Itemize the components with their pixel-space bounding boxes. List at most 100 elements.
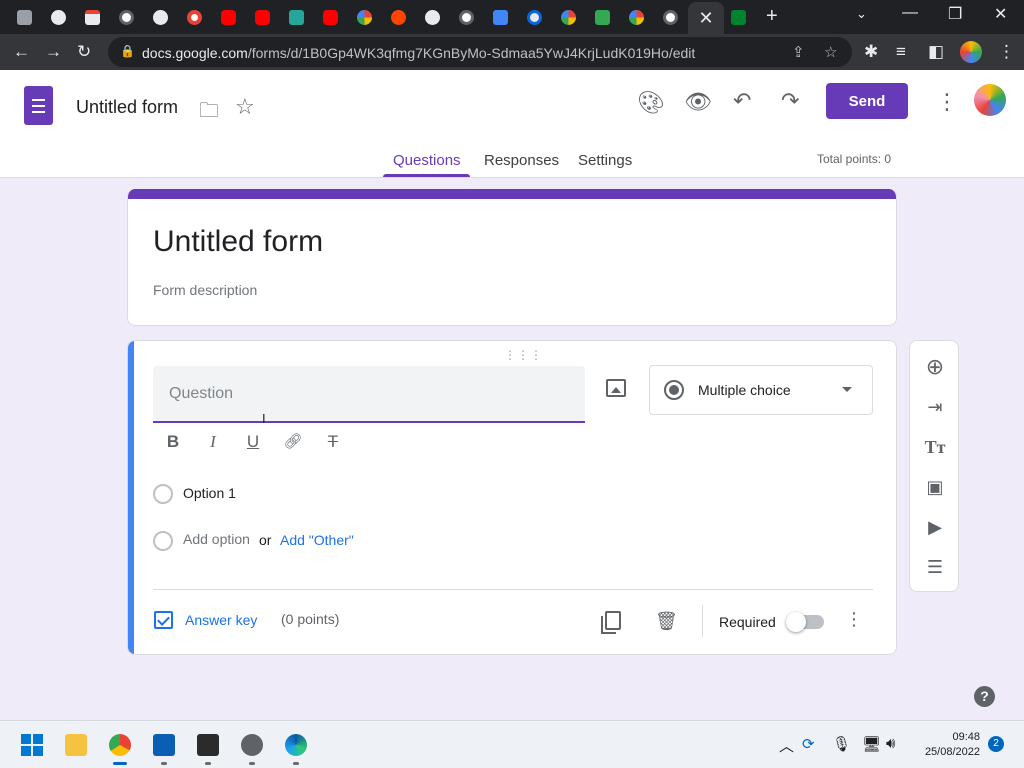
new-tab-icon[interactable]: + xyxy=(766,5,778,28)
answer-key-icon[interactable] xyxy=(154,611,173,629)
bold-button[interactable]: B xyxy=(162,432,184,452)
store-running-indicator xyxy=(161,762,167,765)
clock[interactable]: 09:48 25/08/2022 xyxy=(912,730,980,760)
tab-responses[interactable]: Responses xyxy=(484,152,559,169)
doc-title[interactable]: Untitled form xyxy=(76,97,178,118)
chrome-taskbar-icon[interactable] xyxy=(109,734,131,756)
more-options-icon[interactable]: ⋮ xyxy=(936,89,958,115)
file-explorer-icon[interactable] xyxy=(65,734,87,756)
show-hidden-icons-icon[interactable]: ︿ xyxy=(779,735,794,756)
link-icon[interactable]: 🔗︎ xyxy=(282,432,304,450)
add-video-icon[interactable]: ▶ xyxy=(923,515,947,539)
extensions-icon[interactable]: ✱ xyxy=(864,42,878,62)
tab-questions[interactable]: Questions xyxy=(393,152,461,169)
chrome-menu-icon[interactable]: ⋮ xyxy=(998,42,1015,62)
url-text: docs.google.com/forms/d/1B0Gp4WK3qfmg7KG… xyxy=(142,45,696,61)
tab-favicon-youtube[interactable] xyxy=(215,6,241,28)
help-icon[interactable]: ? xyxy=(974,686,995,707)
tab-favicon-google[interactable] xyxy=(623,6,649,28)
tab-favicon-chrome[interactable] xyxy=(657,6,683,28)
form-description-input[interactable]: Form description xyxy=(153,282,257,298)
add-image-icon[interactable] xyxy=(606,379,626,397)
tab-favicon-youtube[interactable] xyxy=(317,6,343,28)
answer-key-button[interactable]: Answer key xyxy=(185,612,257,628)
microphone-icon[interactable]: 🎙︎ xyxy=(832,735,851,753)
add-other-link[interactable]: Add "Other" xyxy=(280,532,354,548)
minimize-icon[interactable]: — xyxy=(902,4,918,22)
tab-favicon-globe[interactable] xyxy=(147,6,173,28)
back-icon[interactable]: ← xyxy=(13,42,30,62)
tab-favicon-globe[interactable] xyxy=(45,6,71,28)
edge-icon[interactable] xyxy=(285,734,307,756)
restore-icon[interactable]: ❐ xyxy=(948,4,962,24)
tab-favicon-google[interactable] xyxy=(555,6,581,28)
tab-favicon-app[interactable] xyxy=(283,6,309,28)
media-icon[interactable]: ≡ xyxy=(896,42,906,62)
question-more-options-icon[interactable]: ⋮ xyxy=(845,609,863,630)
import-questions-icon[interactable]: ⇥ xyxy=(923,395,947,419)
required-label: Required xyxy=(719,614,776,630)
tab-favicon-youtube[interactable] xyxy=(249,6,275,28)
option-1-input[interactable]: Option 1 xyxy=(183,485,236,501)
notification-badge[interactable]: 2 xyxy=(988,736,1004,752)
form-title-input[interactable]: Untitled form xyxy=(153,225,323,259)
tab-favicon-globe[interactable] xyxy=(419,6,445,28)
store-icon[interactable] xyxy=(153,734,175,756)
add-image-icon[interactable]: ▣ xyxy=(923,475,947,499)
tab-favicon-app[interactable] xyxy=(11,6,37,28)
network-icon[interactable]: 🖥︎ xyxy=(862,735,881,753)
tab-search-icon[interactable]: ⌄ xyxy=(856,6,867,22)
terminal-icon[interactable] xyxy=(197,734,219,756)
forward-icon[interactable]: → xyxy=(45,42,62,62)
add-section-icon[interactable]: ☰ xyxy=(923,555,947,579)
underline-button[interactable]: U xyxy=(242,432,264,452)
duplicate-icon[interactable] xyxy=(601,611,621,634)
tab-favicon-docs[interactable] xyxy=(487,6,513,28)
app-icon[interactable] xyxy=(241,734,263,756)
start-button-icon[interactable] xyxy=(21,734,43,756)
tab-favicon-google[interactable] xyxy=(351,6,377,28)
required-toggle[interactable] xyxy=(786,612,824,632)
account-avatar[interactable] xyxy=(974,84,1006,116)
tab-favicon-chrome[interactable] xyxy=(453,6,479,28)
tab-favicon-chrome[interactable] xyxy=(113,6,139,28)
address-bar[interactable]: 🔒 docs.google.com/forms/d/1B0Gp4WK3qfmg7… xyxy=(108,37,852,67)
clock-date: 25/08/2022 xyxy=(924,746,980,758)
customize-theme-icon[interactable]: 🎨︎ xyxy=(637,90,665,116)
side-panel-icon[interactable]: ◧ xyxy=(928,42,944,62)
reload-icon[interactable]: ↻ xyxy=(77,42,91,62)
clear-formatting-icon[interactable]: T xyxy=(322,432,344,452)
delete-icon[interactable]: 🗑︎ xyxy=(655,611,678,632)
share-icon[interactable]: ⇪ xyxy=(792,43,805,61)
undo-icon[interactable]: ↶ xyxy=(733,88,751,114)
tab-settings[interactable]: Settings xyxy=(578,152,632,169)
bookmark-star-icon[interactable]: ☆ xyxy=(824,43,837,61)
star-icon[interactable]: ☆ xyxy=(235,94,255,120)
drag-handle-icon[interactable]: ⋮⋮⋮ xyxy=(504,348,543,362)
add-option-input[interactable]: Add option xyxy=(183,531,250,547)
add-title-icon[interactable]: Tт xyxy=(923,435,947,459)
move-to-folder-icon[interactable]: 🗀 xyxy=(199,96,219,130)
volume-icon[interactable]: 🔊︎ xyxy=(886,735,895,752)
question-type-dropdown[interactable]: Multiple choice xyxy=(649,365,873,415)
form-title-card: Untitled form Form description xyxy=(127,189,897,326)
tab-favicon-store[interactable] xyxy=(79,6,105,28)
preview-icon[interactable]: 👁︎ xyxy=(684,89,712,115)
footer-vertical-divider xyxy=(702,605,703,637)
profile-avatar[interactable] xyxy=(960,41,982,63)
close-window-icon[interactable]: ✕ xyxy=(994,4,1007,24)
italic-button[interactable]: I xyxy=(202,432,224,452)
tab-favicon-meta[interactable] xyxy=(521,6,547,28)
add-question-icon[interactable]: ⊕ xyxy=(923,355,947,379)
tab-favicon-meet[interactable] xyxy=(725,6,751,28)
sync-icon[interactable]: ⟳ xyxy=(802,735,815,753)
tab-favicon-chat[interactable] xyxy=(589,6,615,28)
redo-icon[interactable]: ↷ xyxy=(781,88,799,114)
question-input[interactable]: Question xyxy=(153,366,585,423)
question-card: ⋮⋮⋮ Question I Multiple choice B I U 🔗︎ … xyxy=(127,340,897,655)
tab-favicon-reddit[interactable] xyxy=(385,6,411,28)
tab-favicon-record[interactable] xyxy=(181,6,207,28)
active-tab-close-icon[interactable]: ✕ xyxy=(688,2,724,34)
forms-logo-icon[interactable] xyxy=(24,86,53,125)
send-button[interactable]: Send xyxy=(826,83,908,119)
